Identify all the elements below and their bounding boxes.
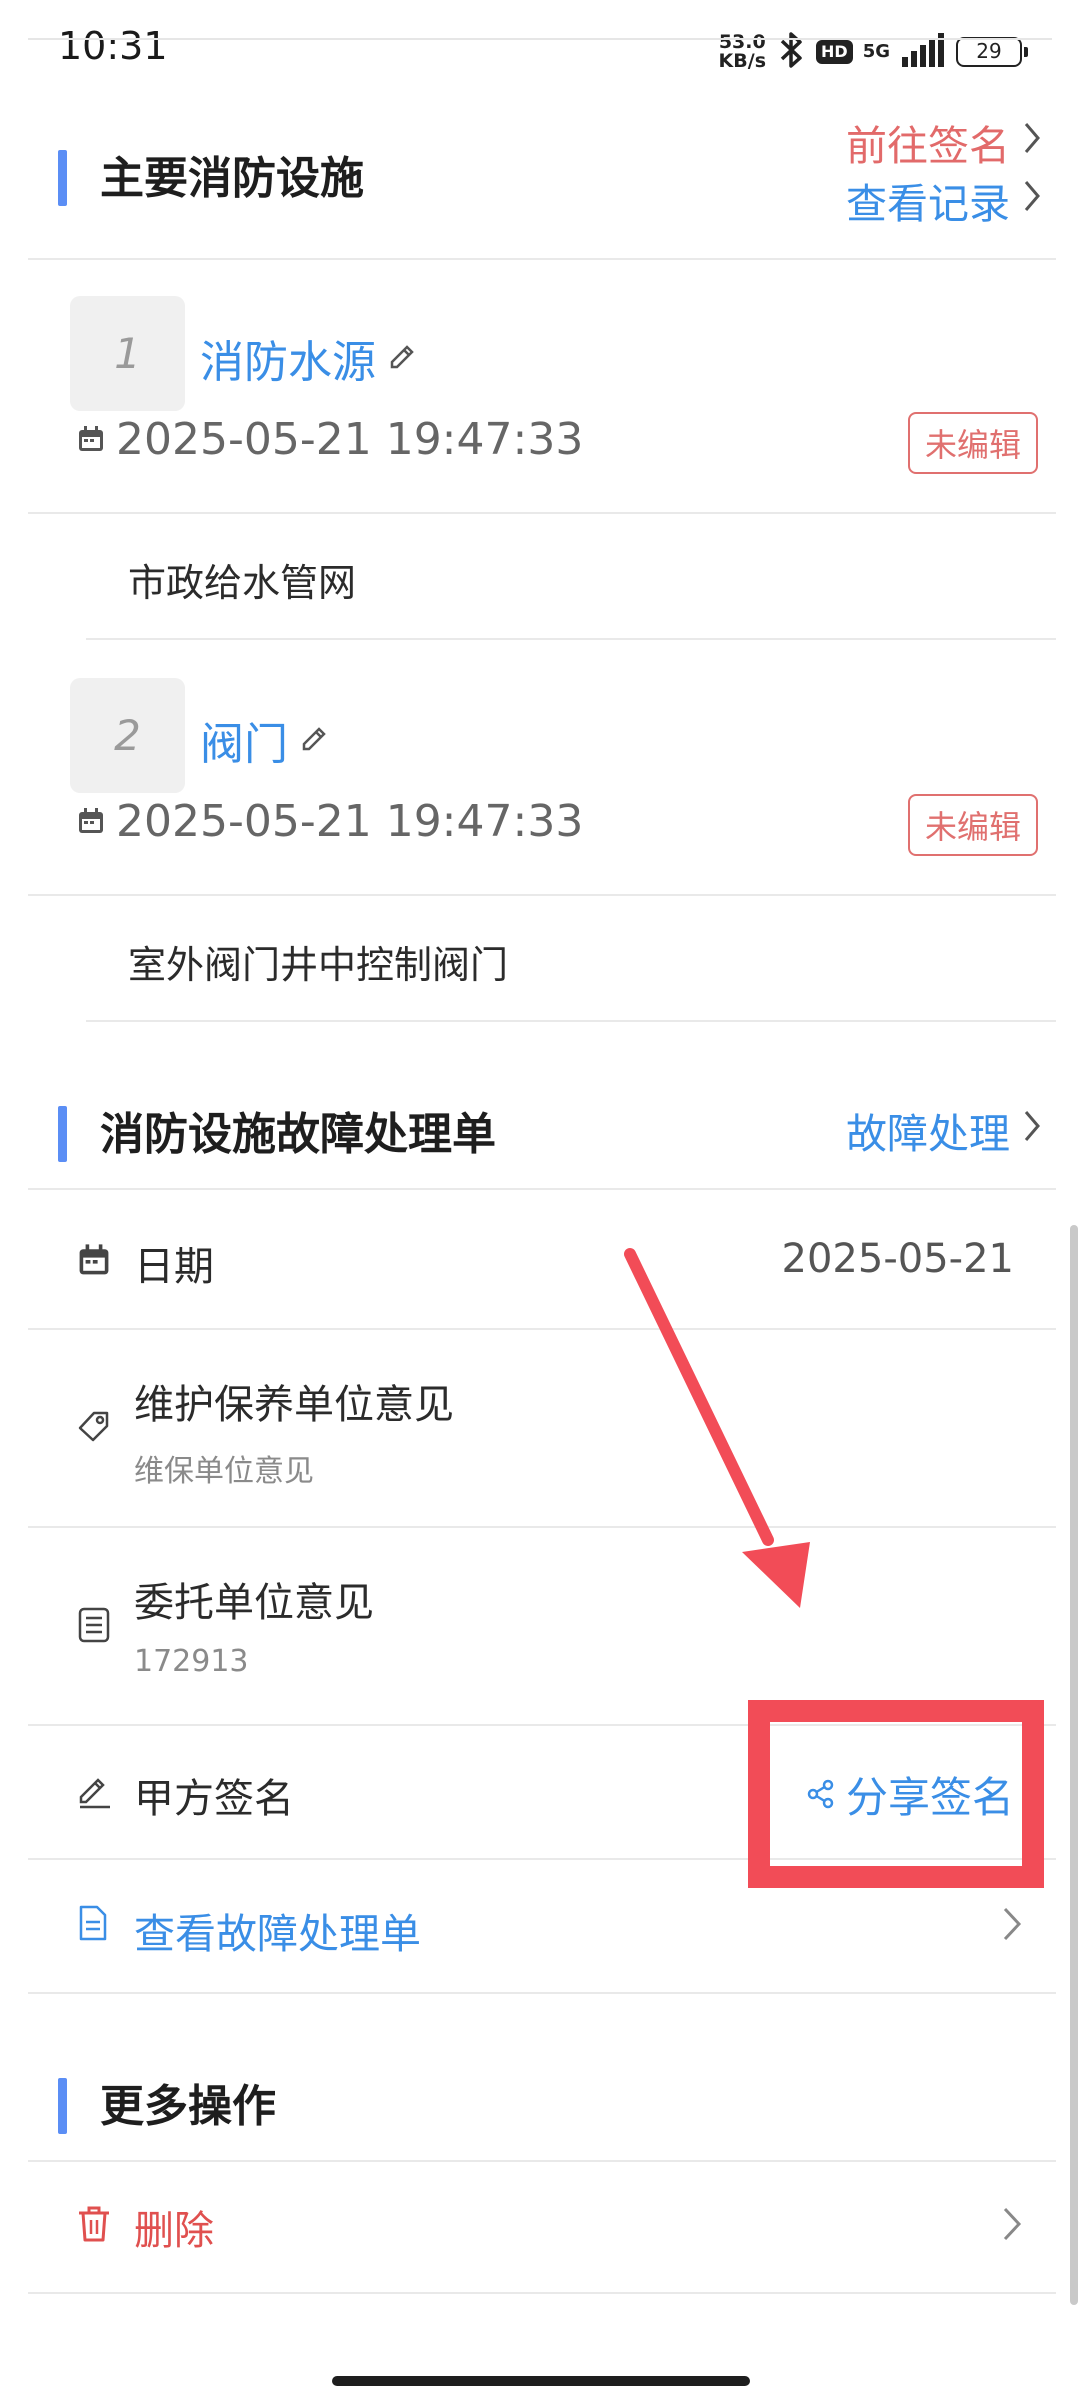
delete-button[interactable]: 删除 [134,2198,214,2256]
list-document-icon [76,1606,112,1648]
edit-icon [386,333,418,384]
tag-icon [76,1408,112,1448]
go-sign-link[interactable]: 前往签名 [846,112,1042,172]
client-opinion-value[interactable]: 172913 [134,1644,249,1679]
annotation-highlight-box [748,1700,1044,1888]
divider [28,1188,1056,1190]
status-time: 10:31 [58,24,168,68]
chevron-right-icon[interactable] [1000,1904,1024,1948]
divider [28,512,1056,514]
chevron-right-icon [1022,176,1042,224]
document-icon [76,1904,110,1946]
calendar-icon [76,1242,112,1282]
calendar-icon [76,414,106,465]
item-description: 市政给水管网 [128,561,357,605]
divider [28,2160,1056,2162]
divider [86,1020,1056,1022]
fault-handling-label: 故障处理 [846,1110,1010,1158]
date-label: 日期 [134,1244,214,1290]
hd-icon: HD [816,40,853,64]
divider [28,258,1056,260]
annotation-arrow [624,1248,810,1608]
network-type: 5G [862,41,890,62]
view-records-label: 查看记录 [846,180,1010,228]
status-bar: 10:31 53.0 KB/s HD 5G 29 [0,0,1080,100]
item-name-link[interactable]: 消防水源 [200,326,418,390]
chevron-right-icon [1022,1106,1042,1154]
top-divider [28,38,1052,40]
divider [28,894,1056,896]
item-date: 2025-05-21 19:47:33 [76,414,583,465]
home-indicator[interactable] [332,2376,750,2386]
party-a-signature-label: 甲方签名 [134,1776,294,1822]
item-datetime: 2025-05-21 19:47:33 [116,796,584,847]
item-name: 消防水源 [200,337,376,388]
section-title-main: 主要消防设施 [100,153,364,204]
chevron-right-icon[interactable] [1000,2204,1024,2248]
divider [28,2292,1056,2294]
section-accent-bar [58,1106,67,1162]
item-description: 室外阀门井中控制阀门 [128,943,509,987]
section-title-fault: 消防设施故障处理单 [100,1109,496,1160]
scrollbar[interactable] [1070,1225,1078,2305]
item-number-box: 2 [70,678,185,793]
fault-handling-link[interactable]: 故障处理 [846,1100,1042,1160]
pen-icon [76,1774,114,1814]
maintenance-opinion-label: 维护保养单位意见 [134,1382,454,1428]
section-accent-bar [58,2078,67,2134]
item-name-link[interactable]: 阀门 [200,708,330,772]
section-title-more: 更多操作 [100,2081,276,2132]
status-badge: 未编辑 [908,412,1038,474]
divider [28,1328,1056,1330]
item-date: 2025-05-21 19:47:33 [76,796,583,847]
view-fault-sheet-link[interactable]: 查看故障处理单 [134,1900,421,1960]
bluetooth-icon [776,30,806,74]
battery-icon: 29 [956,37,1028,67]
divider [28,1992,1056,1994]
item-number-box: 1 [70,296,185,411]
item-datetime: 2025-05-21 19:47:33 [116,414,584,465]
status-badge: 未编辑 [908,794,1038,856]
network-speed-unit: KB/s [718,50,767,72]
go-sign-label: 前往签名 [846,122,1010,170]
edit-icon [298,715,330,766]
chevron-right-icon [1022,118,1042,166]
status-icons: 53.0 KB/s HD 5G 29 [718,30,1028,74]
item-name: 阀门 [200,719,288,770]
trash-icon [76,2204,112,2248]
divider [86,638,1056,640]
section-more-header: 更多操作 [28,2046,1056,2154]
calendar-icon [76,796,106,847]
client-opinion-label: 委托单位意见 [134,1580,374,1626]
section-accent-bar [58,150,67,206]
divider [28,1526,1056,1528]
maintenance-opinion-value[interactable]: 维保单位意见 [134,1446,314,1490]
view-records-link[interactable]: 查看记录 [846,170,1042,230]
